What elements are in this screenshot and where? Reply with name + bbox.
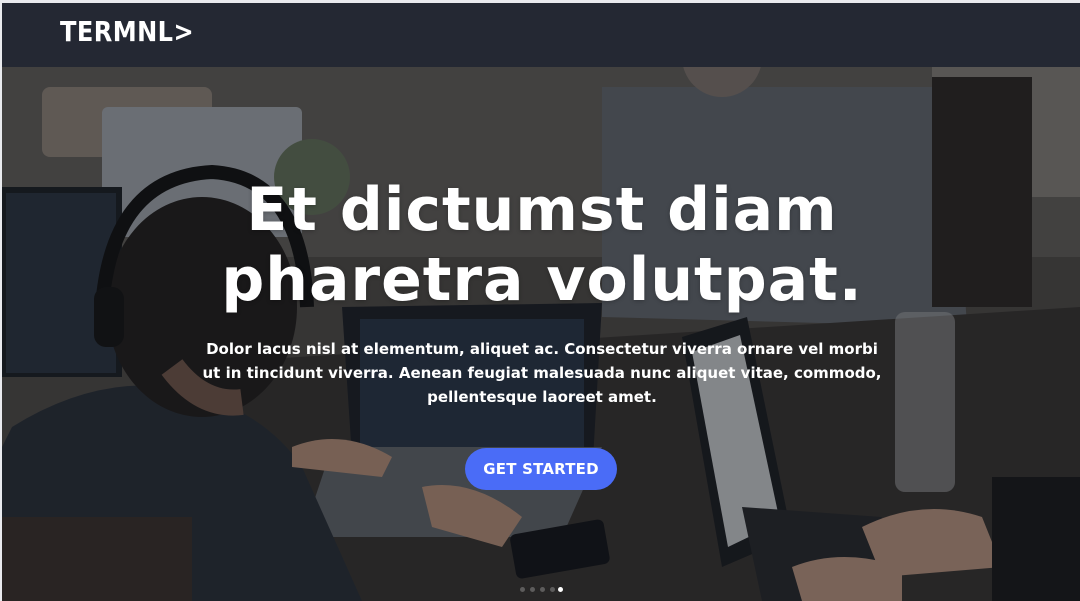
- site-header: TERMNL>: [2, 3, 1080, 67]
- logo[interactable]: TERMNL>: [60, 15, 194, 48]
- hero-description-line-3: pellentesque laoreet amet.: [427, 388, 657, 406]
- slider-dot-3[interactable]: [540, 587, 545, 592]
- hero-section: Et dictumst diam pharetra volutpat. Dolo…: [2, 67, 1080, 601]
- slider-dot-4[interactable]: [550, 587, 555, 592]
- hero-description: Dolor lacus nisl at elementum, aliquet a…: [202, 337, 882, 409]
- slider-pagination: [502, 586, 582, 594]
- slider-dot-1[interactable]: [520, 587, 525, 592]
- slider-dot-2[interactable]: [530, 587, 535, 592]
- hero-description-line-2: ut in tincidunt viverra. Aenean feugiat …: [202, 364, 882, 382]
- hero-headline-line-2: pharetra volutpat.: [221, 245, 863, 315]
- hero-description-line-1: Dolor lacus nisl at elementum, aliquet a…: [206, 340, 878, 358]
- hero-content: Et dictumst diam pharetra volutpat. Dolo…: [2, 67, 1080, 601]
- hero-headline-line-1: Et dictumst diam: [246, 175, 838, 245]
- get-started-button[interactable]: GET STARTED: [465, 448, 617, 490]
- page: TERMNL> Et dictumst diam pharetra volutp…: [0, 0, 1080, 601]
- slider-dot-5[interactable]: [558, 587, 563, 592]
- hero-headline: Et dictumst diam pharetra volutpat.: [172, 175, 912, 315]
